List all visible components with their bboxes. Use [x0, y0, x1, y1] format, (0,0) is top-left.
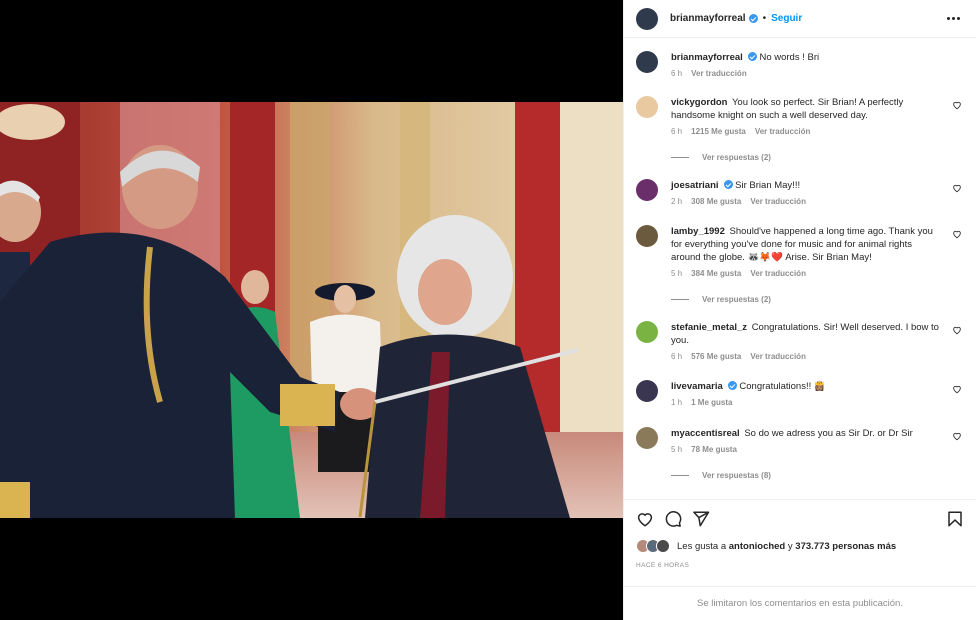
commenter-avatar[interactable] [636, 321, 658, 343]
view-replies-button[interactable]: Ver respuestas (8) [671, 471, 771, 480]
view-replies-label: Ver respuestas (8) [702, 471, 771, 480]
commenter-avatar[interactable] [636, 427, 658, 449]
comment-time: 6 h [671, 352, 683, 361]
comment-likes[interactable]: 1 Me gusta [691, 398, 732, 407]
view-replies-label: Ver respuestas (2) [702, 153, 771, 162]
liker-avatar [656, 539, 670, 553]
comment-likes[interactable]: 78 Me gusta [691, 445, 737, 454]
likes-text: Les gusta a antonioched y 373.773 person… [677, 541, 896, 552]
comment-username[interactable]: stefanie_metal_z [671, 322, 747, 333]
comment-time: 1 h [671, 398, 683, 407]
comment-likes[interactable]: 576 Me gusta [691, 352, 741, 361]
heart-outline-icon[interactable] [952, 384, 962, 394]
verified-badge-icon [748, 14, 758, 23]
verified-badge-icon [723, 180, 733, 189]
heart-icon[interactable] [636, 510, 654, 528]
comment-likes[interactable]: 384 Me gusta [691, 269, 741, 278]
post-media-area [0, 0, 623, 620]
replies-divider [671, 157, 689, 158]
comments-list: brianmayforreal No words ! Bri 6 h Ver t… [624, 38, 976, 499]
verified-badge-icon [727, 381, 737, 390]
post-photo[interactable] [0, 102, 623, 518]
likes-user[interactable]: antonioched [729, 541, 785, 552]
caption-text: No words ! Bri [759, 52, 820, 63]
comment-username[interactable]: joesatriani [671, 180, 719, 191]
knighting-ceremony-photo [0, 102, 623, 518]
likes-summary: Les gusta a antonioched y 373.773 person… [636, 539, 964, 553]
author-avatar[interactable] [636, 7, 658, 30]
replies-divider [671, 299, 689, 300]
view-replies-label: Ver respuestas (2) [702, 295, 771, 304]
post-timestamp: HACE 6 HORAS [636, 562, 690, 569]
comment-icon[interactable] [664, 510, 682, 528]
post-caption: brianmayforreal No words ! Bri 6 h Ver t… [636, 51, 964, 78]
see-translation-link[interactable]: Ver traducción [691, 69, 747, 78]
comment-time: 6 h [671, 127, 683, 136]
comment-time: 2 h [671, 197, 683, 206]
commenter-avatar[interactable] [636, 225, 658, 247]
commenter-avatar[interactable] [636, 380, 658, 402]
comment-likes[interactable]: 1215 Me gusta [691, 127, 746, 136]
paper-plane-icon[interactable] [692, 510, 710, 528]
likes-count[interactable]: 373.773 personas más [795, 541, 896, 552]
author-avatar[interactable] [636, 51, 658, 73]
bookmark-icon[interactable] [946, 510, 964, 528]
heart-outline-icon[interactable] [952, 431, 962, 441]
heart-outline-icon[interactable] [952, 100, 962, 110]
comment-text: Congratulations!! 👸🏽 [739, 381, 826, 392]
comment-item: vickygordon You look so perfect. Sir Bri… [636, 96, 964, 136]
caption-username[interactable]: brianmayforreal [671, 52, 743, 63]
comment-item: joesatriani Sir Brian May!!! 2 h 308 Me … [636, 179, 964, 206]
verified-badge-icon [747, 52, 757, 61]
post-side-panel: brianmayforreal • Seguir brianmayforreal… [623, 0, 976, 620]
commenter-avatar[interactable] [636, 96, 658, 118]
view-replies-button[interactable]: Ver respuestas (2) [671, 295, 771, 304]
liker-avatars[interactable] [636, 539, 672, 553]
comment-likes[interactable]: 308 Me gusta [691, 197, 741, 206]
follow-button[interactable]: Seguir [771, 13, 802, 24]
author-username[interactable]: brianmayforreal [670, 13, 746, 24]
caption-time: 6 h [671, 69, 683, 78]
post-actions-bar [624, 499, 976, 537]
see-translation-link[interactable]: Ver traducción [750, 197, 806, 206]
comment-item: lamby_1992 Should've happened a long tim… [636, 225, 964, 278]
comment-item: livevamaria Congratulations!! 👸🏽 1 h 1 M… [636, 380, 964, 407]
comment-item: stefanie_metal_z Congratulations. Sir! W… [636, 321, 964, 361]
comment-time: 5 h [671, 269, 683, 278]
post-header: brianmayforreal • Seguir [624, 0, 976, 38]
separator-dot: • [762, 13, 767, 24]
see-translation-link[interactable]: Ver traducción [750, 352, 806, 361]
likes-middle: y [787, 540, 793, 552]
comment-item: myaccentisreal So do we adress you as Si… [636, 427, 964, 454]
likes-prefix: Les gusta a [677, 540, 727, 552]
comment-username[interactable]: vickygordon [671, 97, 728, 108]
see-translation-link[interactable]: Ver traducción [755, 127, 811, 136]
comment-text: So do we adress you as Sir Dr. or Dr Sir [744, 428, 913, 439]
heart-outline-icon[interactable] [952, 183, 962, 193]
view-replies-button[interactable]: Ver respuestas (2) [671, 153, 771, 162]
more-horizontal-icon[interactable] [943, 13, 964, 24]
comment-username[interactable]: livevamaria [671, 381, 723, 392]
comment-username[interactable]: myaccentisreal [671, 428, 740, 439]
see-translation-link[interactable]: Ver traducción [750, 269, 806, 278]
heart-outline-icon[interactable] [952, 325, 962, 335]
commenter-avatar[interactable] [636, 179, 658, 201]
comment-text: Sir Brian May!!! [735, 180, 801, 191]
replies-divider [671, 475, 689, 476]
comments-limited-notice: Se limitaron los comentarios en esta pub… [624, 586, 976, 620]
heart-outline-icon[interactable] [952, 229, 962, 239]
comment-time: 5 h [671, 445, 683, 454]
comment-username[interactable]: lamby_1992 [671, 226, 725, 237]
